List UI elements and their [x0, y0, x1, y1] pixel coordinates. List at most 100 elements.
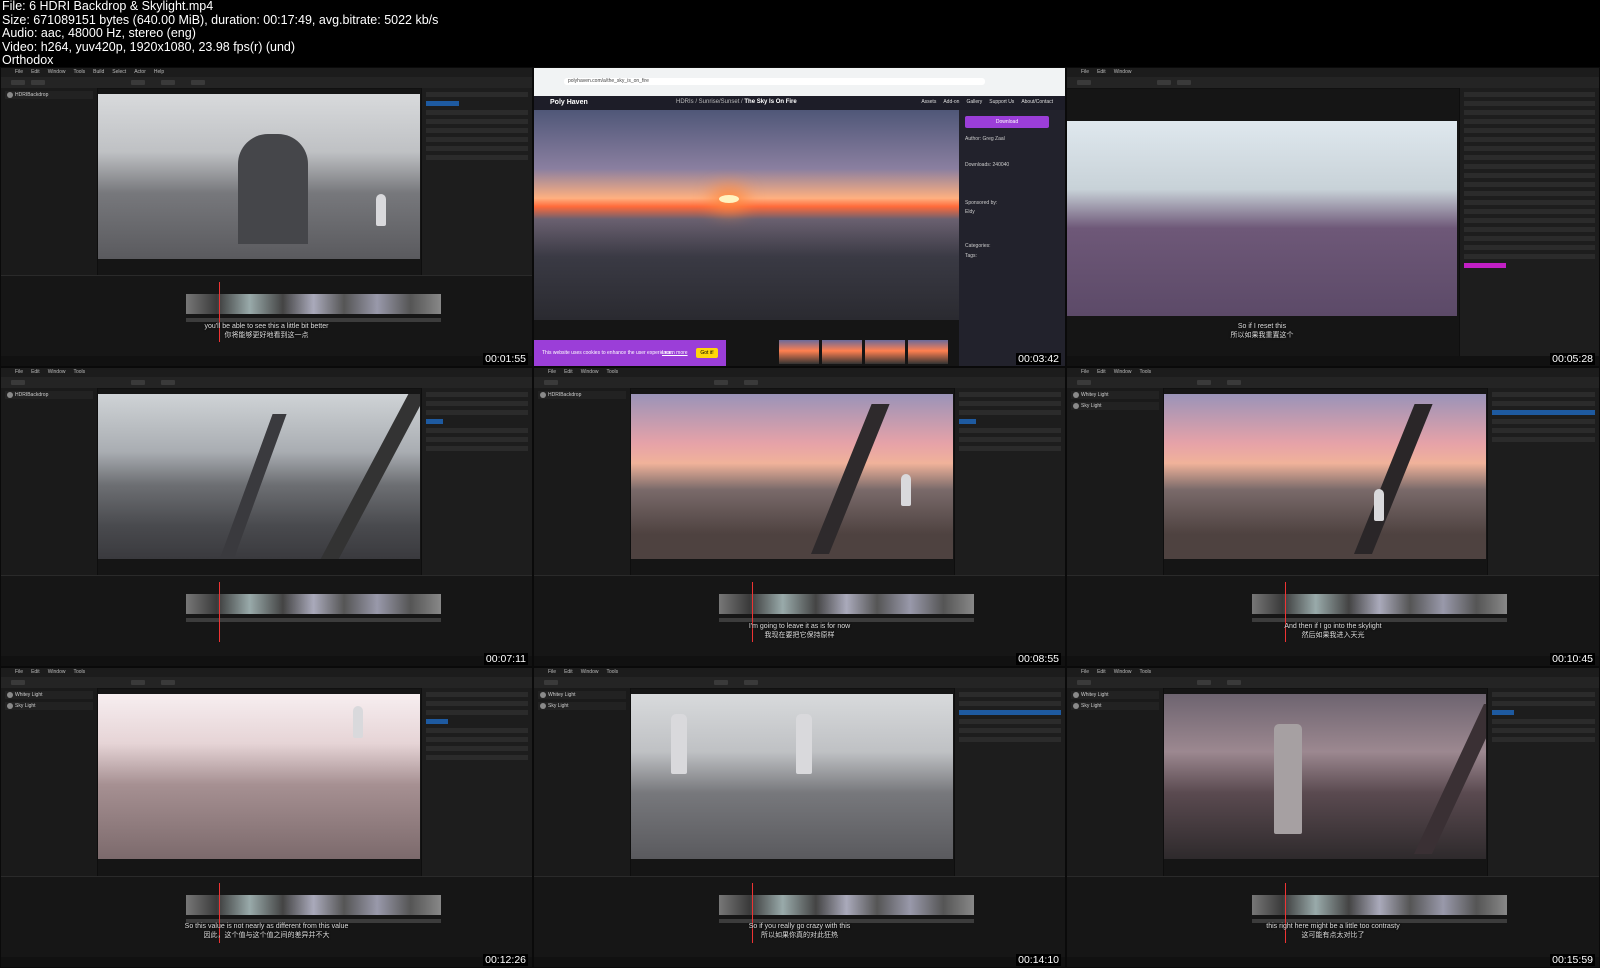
downloads-count: Downloads: 240040	[965, 162, 1010, 168]
level-viewport[interactable]	[631, 694, 953, 859]
outliner-row[interactable]: Whitey Light	[5, 691, 93, 699]
subtitle-en: this right here might be a little too co…	[1266, 923, 1400, 930]
details-panel	[421, 688, 532, 877]
status-bar	[534, 656, 1065, 666]
frame-thumbnail[interactable]: File Edit Window Tools Build Select Actor Help …	[0, 67, 533, 367]
asset-sidebar: Download Author: Greg Zaal Downloads: 24…	[959, 110, 1065, 366]
details-panel	[421, 88, 532, 276]
polyhaven-logo[interactable]: Poly Haven	[550, 99, 588, 106]
subtitle-cn: 所以如果你真的对此狂热	[761, 932, 838, 939]
cookie-accept-button[interactable]: Got it!	[696, 348, 718, 358]
frame-timestamp: 00:14:10	[1016, 954, 1061, 966]
frame-thumbnail[interactable]: File Edit Window Tools Whitey Light Sky Lig…	[1066, 667, 1600, 968]
sequencer-panel	[1, 275, 532, 356]
subtitle-en: you'll be able to see this a little bit …	[204, 323, 329, 330]
subtitle-en: So if I reset this	[1237, 323, 1287, 330]
frame-timestamp: 00:15:59	[1550, 954, 1595, 966]
subtitle-en: So if you really go crazy with this	[748, 923, 851, 930]
sequencer-panel	[1, 575, 532, 656]
sponsor: Eldy	[965, 209, 975, 215]
subtitle-en: And then if I go into the skylight	[1284, 623, 1382, 630]
subtitle-cn: 我现在要把它保持原样	[764, 632, 835, 639]
place-actors-panel: Whitey Light Sky Light	[534, 688, 631, 877]
outliner-row[interactable]: HDRIBackdrop	[538, 391, 626, 399]
outliner-row[interactable]: Whitey Light	[538, 691, 626, 699]
file-line: File: 6 HDRI Backdrop & Skylight.mp4	[2, 0, 214, 13]
editor-menubar: File Edit Window Tools	[534, 368, 1065, 377]
hdri-preview[interactable]	[534, 110, 959, 320]
subtitle-cn: 然后如果我进入天光	[1301, 632, 1365, 639]
subtitle-en: So this value is not nearly as different…	[184, 923, 349, 930]
editor-menubar: File Edit Window Tools	[534, 668, 1065, 677]
thumbnail-grid: File Edit Window Tools Build Select Actor Help …	[0, 67, 1600, 968]
place-actors-panel: HDRIBackdrop	[534, 388, 631, 576]
place-actors-panel: HDRIBackdrop	[1, 88, 98, 276]
details-panel	[1487, 388, 1599, 576]
level-viewport[interactable]	[631, 394, 953, 559]
frame-thumbnail[interactable]: File Edit Window Tools HDRIBackdrop I'm goi…	[533, 367, 1066, 667]
download-button[interactable]: Download	[965, 116, 1049, 128]
editor-menubar: File Edit Window Tools Build Select Actor Help	[1, 68, 532, 77]
cookie-banner: This website uses cookies to enhance the…	[534, 340, 726, 366]
sequencer-panel	[1067, 575, 1599, 656]
audio-line: Audio: aac, 48000 Hz, stereo (eng)	[2, 26, 196, 41]
level-viewport[interactable]	[98, 94, 420, 259]
subtitle-en: I'm going to leave it as is for now	[748, 623, 851, 630]
level-viewport[interactable]	[98, 394, 420, 559]
frame-thumbnail[interactable]: File Edit Window Tools Whitey Light Sky Lig…	[533, 667, 1066, 968]
subtitle-cn: 因此，这个值与这个值之间的差异并不大	[203, 932, 330, 939]
level-viewport[interactable]	[1164, 394, 1486, 559]
outliner-row[interactable]: Whitey Light	[1071, 391, 1159, 399]
texture-details-panel	[1459, 88, 1599, 356]
site-nav: Assets Add-on Gallery Support Us About/Conta…	[921, 99, 1053, 105]
size-line: Size: 671089151 bytes (640.00 MiB), dura…	[2, 12, 439, 27]
breadcrumb: HDRIs / Sunrise/Sunset / The Sky Is On F…	[676, 99, 797, 105]
status-bar	[1067, 356, 1599, 366]
frame-timestamp: 00:12:26	[483, 954, 528, 966]
status-bar	[534, 957, 1065, 967]
outliner-row[interactable]: Sky Light	[1071, 402, 1159, 410]
outliner-row[interactable]: Sky Light	[5, 702, 93, 710]
polyhaven-header: Poly Haven HDRIs / Sunrise/Sunset / The …	[534, 96, 1065, 110]
frame-thumbnail[interactable]: File Edit Window Tools Whitey Light Sky Lig…	[1066, 367, 1600, 667]
details-panel	[1487, 688, 1599, 877]
outliner-row[interactable]: HDRIBackdrop	[5, 391, 93, 399]
editor-menubar: File Edit Window Tools	[1067, 668, 1599, 677]
sequencer-panel	[534, 575, 1065, 656]
browser-chrome: polyhaven.com/a/the_sky_is_on_fire	[534, 68, 1065, 96]
frame-thumbnail[interactable]: File Edit Window So if I reset this 所以如果我重…	[1066, 67, 1600, 367]
status-bar	[1, 656, 532, 666]
editor-menubar: File Edit Window Tools	[1067, 368, 1599, 377]
place-actors-panel: Whitey Light Sky Light	[1067, 388, 1164, 576]
preview-thumbnails[interactable]	[779, 340, 959, 364]
address-bar[interactable]: polyhaven.com/a/the_sky_is_on_fire	[564, 78, 985, 85]
frame-thumbnail[interactable]: File Edit Window Tools HDRIBackdrop 00:07:1…	[0, 367, 533, 667]
outliner-row[interactable]: HDRIBackdrop	[5, 91, 93, 99]
outliner-row[interactable]: Sky Light	[538, 702, 626, 710]
status-bar	[1, 957, 532, 967]
sequencer-panel	[534, 876, 1065, 957]
frame-timestamp: 00:08:55	[1016, 653, 1061, 665]
outliner-row[interactable]: Whitey Light	[1071, 691, 1159, 699]
learn-more-link[interactable]: Learn more	[662, 350, 688, 356]
subtitle-cn: 所以如果我重置这个	[1230, 332, 1294, 339]
frame-thumbnail[interactable]: polyhaven.com/a/the_sky_is_on_fire Poly …	[533, 67, 1066, 367]
page-title: The Sky Is On Fire	[744, 99, 797, 105]
editor-menubar: File Edit Window Tools	[1, 368, 532, 377]
level-viewport[interactable]	[1164, 694, 1486, 859]
details-panel	[954, 688, 1065, 877]
place-actors-panel: HDRIBackdrop	[1, 388, 98, 576]
outliner-row[interactable]: Sky Light	[1071, 702, 1159, 710]
place-actors-panel: Whitey Light Sky Light	[1067, 688, 1164, 877]
sequencer-panel	[1, 876, 532, 957]
video-line: Video: h264, yuv420p, 1920x1080, 23.98 f…	[2, 39, 296, 54]
sequencer-panel	[1067, 876, 1599, 957]
level-viewport[interactable]	[98, 694, 420, 859]
place-actors-panel: Whitey Light Sky Light	[1, 688, 98, 877]
author-line: Orthodox	[2, 53, 54, 68]
frame-thumbnail[interactable]: File Edit Window Tools Whitey Light Sky Lig…	[0, 667, 533, 968]
hdri-texture-preview[interactable]	[1067, 121, 1457, 316]
subtitle-cn: 这可能有点太对比了	[1301, 932, 1365, 939]
editor-menubar: File Edit Window	[1067, 68, 1599, 77]
subtitle-cn: 你将能够更好地看到这一点	[224, 332, 309, 339]
